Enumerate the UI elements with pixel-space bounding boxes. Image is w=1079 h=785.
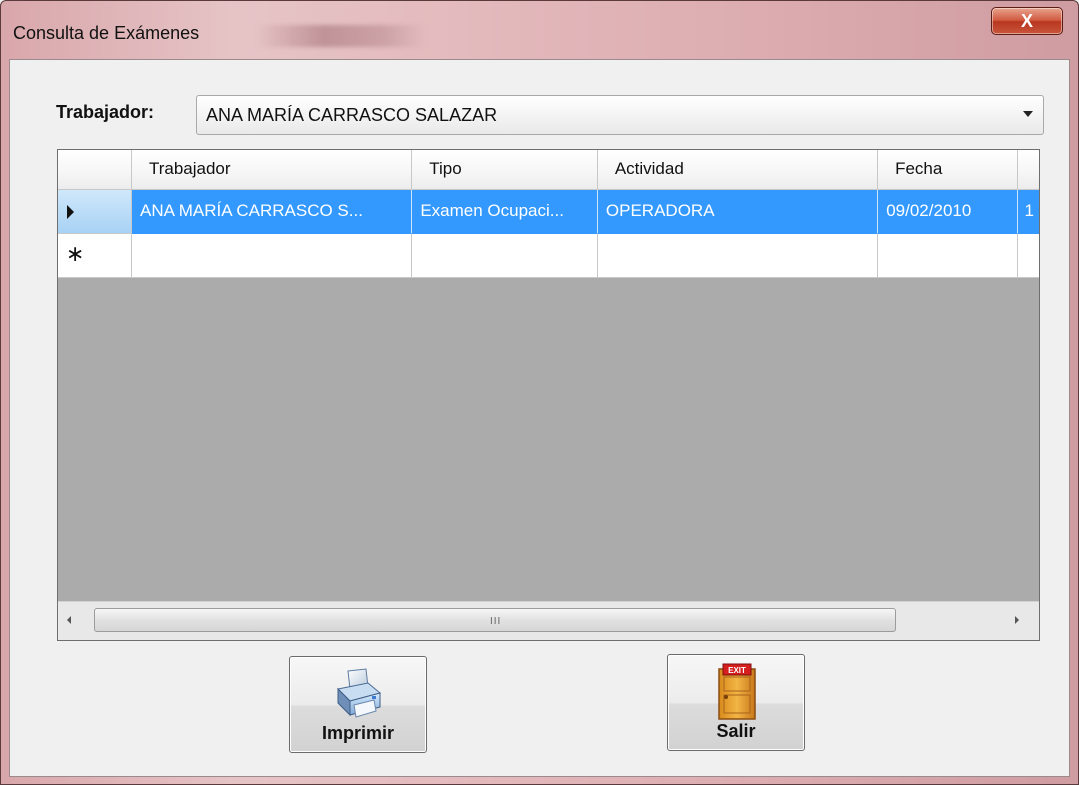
close-button[interactable]: X (991, 7, 1063, 35)
cell-tipo[interactable]: Examen Ocupaci... (412, 190, 598, 234)
examenes-grid[interactable]: Trabajador Tipo Actividad Fecha ANA MARÍ… (57, 149, 1040, 641)
print-button[interactable]: Imprimir (289, 656, 427, 753)
column-header-fecha[interactable]: Fecha (878, 150, 1019, 190)
grid-corner-header[interactable] (58, 150, 132, 190)
cell-actividad[interactable]: OPERADORA (597, 190, 879, 234)
column-header-trabajador[interactable]: Trabajador (131, 150, 413, 190)
scroll-left-arrow-icon[interactable] (67, 616, 71, 624)
new-cell-trabajador[interactable] (132, 234, 413, 278)
current-row-arrow-icon (67, 205, 74, 219)
table-row[interactable]: ANA MARÍA CARRASCO S... Examen Ocupaci..… (58, 190, 1039, 234)
column-header-next[interactable] (1018, 150, 1039, 190)
close-icon: X (1020, 10, 1033, 31)
row-header-current[interactable] (58, 190, 132, 234)
cell-next-column[interactable]: 1 (1018, 190, 1039, 234)
new-cell-next-column[interactable] (1018, 234, 1039, 278)
exit-button[interactable]: EXIT Salir (667, 654, 805, 751)
printer-icon (334, 667, 384, 726)
scroll-right-arrow-icon[interactable] (1015, 616, 1019, 624)
chevron-down-icon[interactable] (1023, 111, 1033, 117)
trabajador-combobox[interactable]: ANA MARÍA CARRASCO SALAZAR (196, 95, 1044, 135)
new-cell-tipo[interactable] (412, 234, 598, 278)
exit-sign-text: EXIT (728, 666, 746, 675)
grid-header-row: Trabajador Tipo Actividad Fecha (58, 150, 1039, 190)
print-button-label: Imprimir (321, 723, 395, 743)
window-title: Consulta de Exámenes (13, 23, 200, 43)
row-header-new[interactable]: ∗ (58, 234, 132, 278)
scroll-grip-icon: III (490, 616, 502, 627)
new-row[interactable]: ∗ (58, 234, 1039, 278)
column-header-actividad[interactable]: Actividad (597, 150, 879, 190)
new-cell-actividad[interactable] (597, 234, 879, 278)
title-smudge (256, 25, 426, 47)
scroll-thumb[interactable]: III (94, 608, 896, 632)
cell-trabajador[interactable]: ANA MARÍA CARRASCO S... (132, 190, 413, 234)
client-area: Trabajador: ANA MARÍA CARRASCO SALAZAR T… (9, 59, 1070, 777)
horizontal-scrollbar[interactable]: III (58, 601, 1039, 640)
exit-door-icon: EXIT (717, 663, 757, 726)
cell-fecha[interactable]: 09/02/2010 (878, 190, 1019, 234)
trabajador-label: Trabajador: (56, 102, 155, 122)
trabajador-selected-value: ANA MARÍA CARRASCO SALAZAR (206, 105, 498, 125)
app-window: Consulta de Exámenes X Trabajador: ANA M… (0, 0, 1079, 785)
title-bar[interactable]: Consulta de Exámenes X (1, 1, 1078, 59)
new-row-asterisk-icon: ∗ (66, 241, 85, 266)
exit-button-label: Salir (716, 721, 756, 741)
new-cell-fecha[interactable] (878, 234, 1019, 278)
column-header-tipo[interactable]: Tipo (412, 150, 598, 190)
